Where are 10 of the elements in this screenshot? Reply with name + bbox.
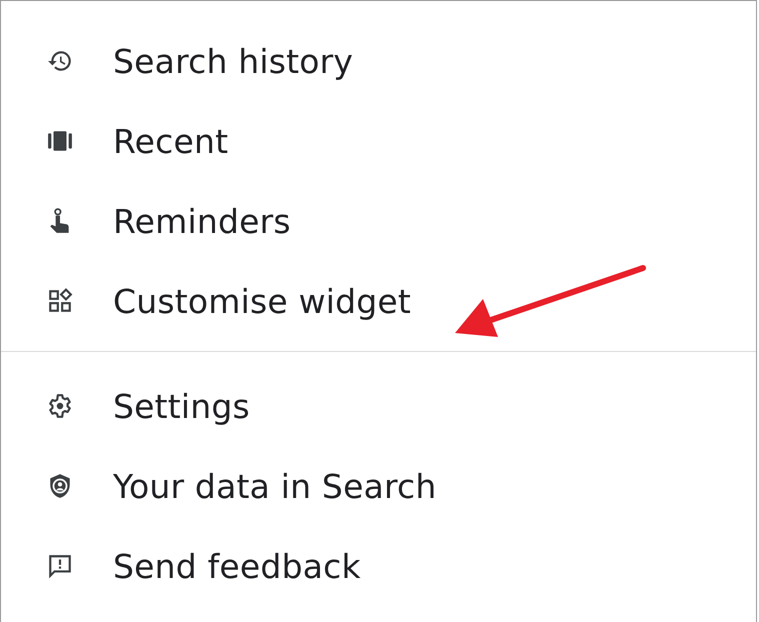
feedback-icon	[47, 553, 73, 579]
widgets-icon	[47, 288, 73, 314]
menu-item[interactable]: Reminders	[113, 202, 291, 240]
menu-item[interactable]: Search history	[113, 42, 354, 80]
menu-item[interactable]: Your data in Search	[113, 466, 437, 506]
menu-item[interactable]: Customise widget	[113, 282, 412, 320]
menu-item[interactable]: Recent	[113, 122, 228, 160]
menu-item[interactable]: Send feedback	[113, 546, 361, 586]
settings-icon	[47, 393, 73, 419]
menu-item[interactable]: Settings	[113, 386, 250, 426]
